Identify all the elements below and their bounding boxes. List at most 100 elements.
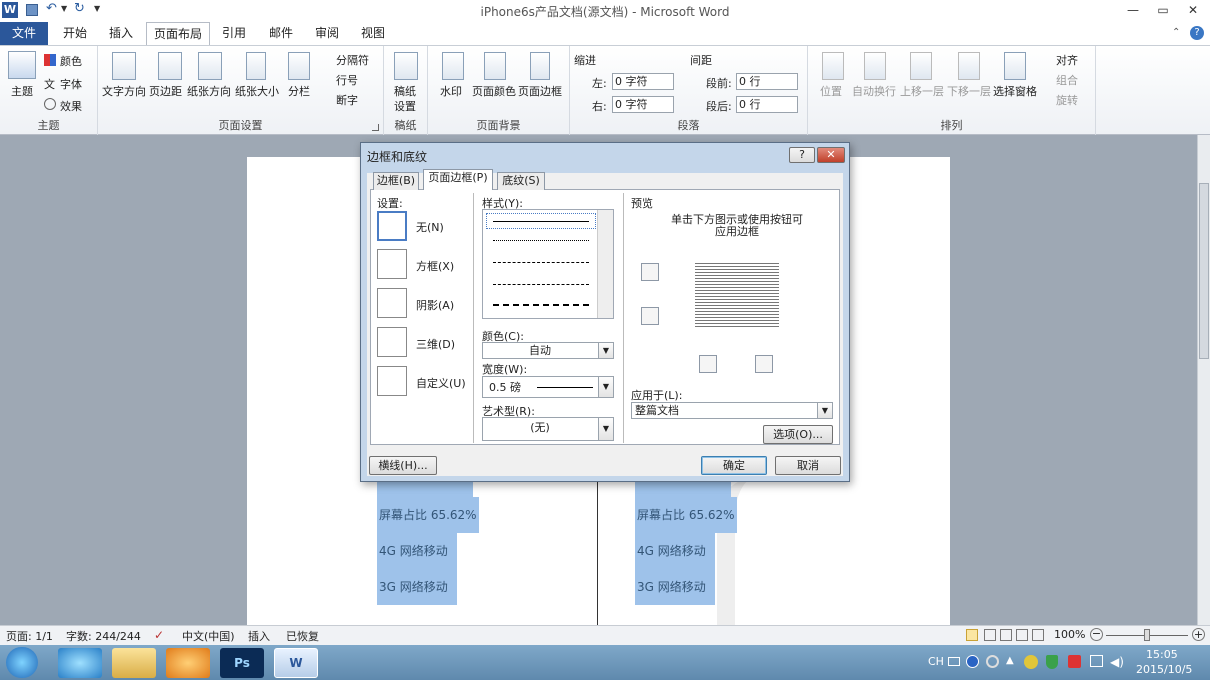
style-option-dash-dot[interactable] xyxy=(493,304,589,306)
style-listbox[interactable] xyxy=(482,209,614,319)
shield-icon[interactable] xyxy=(1046,655,1058,669)
setting-box-label[interactable]: 方框(X) xyxy=(416,258,454,274)
watermark-button[interactable]: 水印 xyxy=(440,83,462,99)
paper-size-button[interactable]: 纸张大小 xyxy=(235,83,279,99)
ie-icon[interactable] xyxy=(58,648,102,678)
setting-shadow-icon[interactable] xyxy=(377,288,407,318)
photoshop-icon[interactable]: Ps xyxy=(220,648,264,678)
cancel-button[interactable]: 取消 xyxy=(775,456,841,475)
apply-dropdown[interactable]: 整篇文档 ▼ xyxy=(631,402,833,419)
zoom-slider-thumb[interactable] xyxy=(1144,629,1150,641)
proofing-icon[interactable]: ✓ xyxy=(154,628,164,642)
setting-3d-label[interactable]: 三维(D) xyxy=(416,336,455,352)
ribbon-minimize-icon[interactable]: ⌃ xyxy=(1172,27,1180,38)
wrap-text-button[interactable]: 自动换行 xyxy=(852,83,896,99)
language[interactable]: 中文(中国) xyxy=(182,628,235,644)
group-button[interactable]: 组合 xyxy=(1056,72,1078,88)
explorer-icon[interactable] xyxy=(112,648,156,678)
scroll-thumb[interactable] xyxy=(1199,183,1209,359)
style-scrollbar[interactable] xyxy=(597,210,613,318)
settings-tray-icon[interactable] xyxy=(986,655,999,668)
word-count[interactable]: 字数: 244/244 xyxy=(66,628,141,644)
theme-button[interactable]: 主题 xyxy=(4,83,40,99)
theme-colors-button[interactable]: 颜色 xyxy=(60,53,82,69)
zoom-out-icon[interactable]: − xyxy=(1090,628,1103,641)
right-border-button[interactable] xyxy=(755,355,773,373)
indent-right-input[interactable]: 0 字符 xyxy=(612,96,674,113)
hyphenation-button[interactable]: 断字 xyxy=(336,92,358,108)
setting-none-icon[interactable] xyxy=(377,211,407,241)
ime-indicator[interactable]: CH xyxy=(928,655,944,668)
text-line[interactable]: 屏幕占比 65.62% xyxy=(377,497,479,533)
close-button[interactable]: ✕ xyxy=(1180,0,1206,20)
dialog-help-button[interactable]: ? xyxy=(789,147,815,163)
art-dropdown[interactable]: (无) ▼ xyxy=(482,417,614,441)
text-line[interactable]: 3G 网络移动 xyxy=(635,569,715,605)
line-numbers-button[interactable]: 行号 xyxy=(336,72,358,88)
keyboard-icon[interactable] xyxy=(948,657,960,666)
page-borders-button[interactable]: 页面边框 xyxy=(518,83,562,99)
help-icon[interactable]: ? xyxy=(1190,26,1204,40)
preview-diagram[interactable] xyxy=(695,261,779,327)
tab-insert[interactable]: 插入 xyxy=(100,22,142,46)
clock-date[interactable]: 2015/10/5 xyxy=(1136,663,1192,676)
setting-custom-label[interactable]: 自定义(U) xyxy=(416,375,466,391)
left-border-button[interactable] xyxy=(699,355,717,373)
page-color-button[interactable]: 页面颜色 xyxy=(472,83,516,99)
bring-forward-button[interactable]: 上移一层 xyxy=(900,83,944,99)
options-button[interactable]: 选项(O)... xyxy=(763,425,833,444)
manuscript-setup-label[interactable]: 设置 xyxy=(394,98,416,114)
text-line[interactable]: 3G 网络移动 xyxy=(377,569,457,605)
selection-pane-button[interactable]: 选择窗格 xyxy=(993,83,1037,99)
volume-icon[interactable]: ◀) xyxy=(1110,655,1124,669)
style-option-dotted[interactable] xyxy=(493,240,589,241)
spacing-before-input[interactable]: 0 行 xyxy=(736,73,798,90)
tab-review[interactable]: 审阅 xyxy=(306,22,348,46)
text-direction-button[interactable]: 文字方向 xyxy=(102,83,146,99)
color-dropdown[interactable]: 自动 ▼ xyxy=(482,342,614,359)
columns-button[interactable]: 分栏 xyxy=(288,83,310,99)
zoom-in-icon[interactable]: + xyxy=(1192,628,1205,641)
style-option-dashed-small[interactable] xyxy=(493,262,589,263)
align-button[interactable]: 对齐 xyxy=(1056,52,1078,68)
top-border-button[interactable] xyxy=(641,263,659,281)
zoom-level[interactable]: 100% xyxy=(1054,628,1085,641)
tab-file[interactable]: 文件 xyxy=(0,22,48,46)
setting-box-icon[interactable] xyxy=(377,249,407,279)
setting-3d-icon[interactable] xyxy=(377,327,407,357)
dialog-close-button[interactable]: ✕ xyxy=(817,147,845,163)
restore-button[interactable]: ▭ xyxy=(1150,0,1176,20)
outline-icon[interactable] xyxy=(1016,629,1028,641)
network-icon[interactable] xyxy=(1090,655,1103,667)
rotate-button[interactable]: 旋转 xyxy=(1056,92,1078,108)
style-option-solid[interactable] xyxy=(486,213,596,229)
reading-view-icon[interactable] xyxy=(984,629,996,641)
tab-borders[interactable]: 边框(B) xyxy=(373,172,419,190)
tab-mailings[interactable]: 邮件 xyxy=(260,22,302,46)
manuscript-button[interactable]: 稿纸 xyxy=(394,83,416,99)
theme-effects-button[interactable]: 效果 xyxy=(60,98,82,114)
tab-view[interactable]: 视图 xyxy=(352,22,394,46)
tab-page-layout[interactable]: 页面布局 xyxy=(146,22,210,46)
indent-left-input[interactable]: 0 字符 xyxy=(612,73,674,90)
width-dropdown[interactable]: 0.5 磅 ▼ xyxy=(482,376,614,398)
tray-expand-icon[interactable]: ▲ xyxy=(1006,655,1014,666)
style-option-dashed[interactable] xyxy=(493,284,589,285)
tab-references[interactable]: 引用 xyxy=(214,22,254,46)
start-button[interactable] xyxy=(6,647,38,678)
text-line[interactable]: 屏幕占比 65.62% xyxy=(635,497,737,533)
word-taskbar-icon[interactable]: W xyxy=(274,648,318,678)
setting-none-label[interactable]: 无(N) xyxy=(416,219,444,235)
theme-fonts-button[interactable]: 字体 xyxy=(60,76,82,92)
ok-button[interactable]: 确定 xyxy=(701,456,767,475)
web-layout-icon[interactable] xyxy=(1000,629,1012,641)
help-tray-icon[interactable] xyxy=(966,655,979,668)
tab-home[interactable]: 开始 xyxy=(52,22,98,46)
draft-icon[interactable] xyxy=(1032,629,1044,641)
margins-button[interactable]: 页边距 xyxy=(149,83,182,99)
setting-shadow-label[interactable]: 阴影(A) xyxy=(416,297,454,313)
minimize-button[interactable]: — xyxy=(1120,0,1146,20)
theme-icon[interactable] xyxy=(8,51,36,79)
network-warning-icon[interactable] xyxy=(1068,655,1081,668)
tab-page-border[interactable]: 页面边框(P) xyxy=(423,169,493,190)
